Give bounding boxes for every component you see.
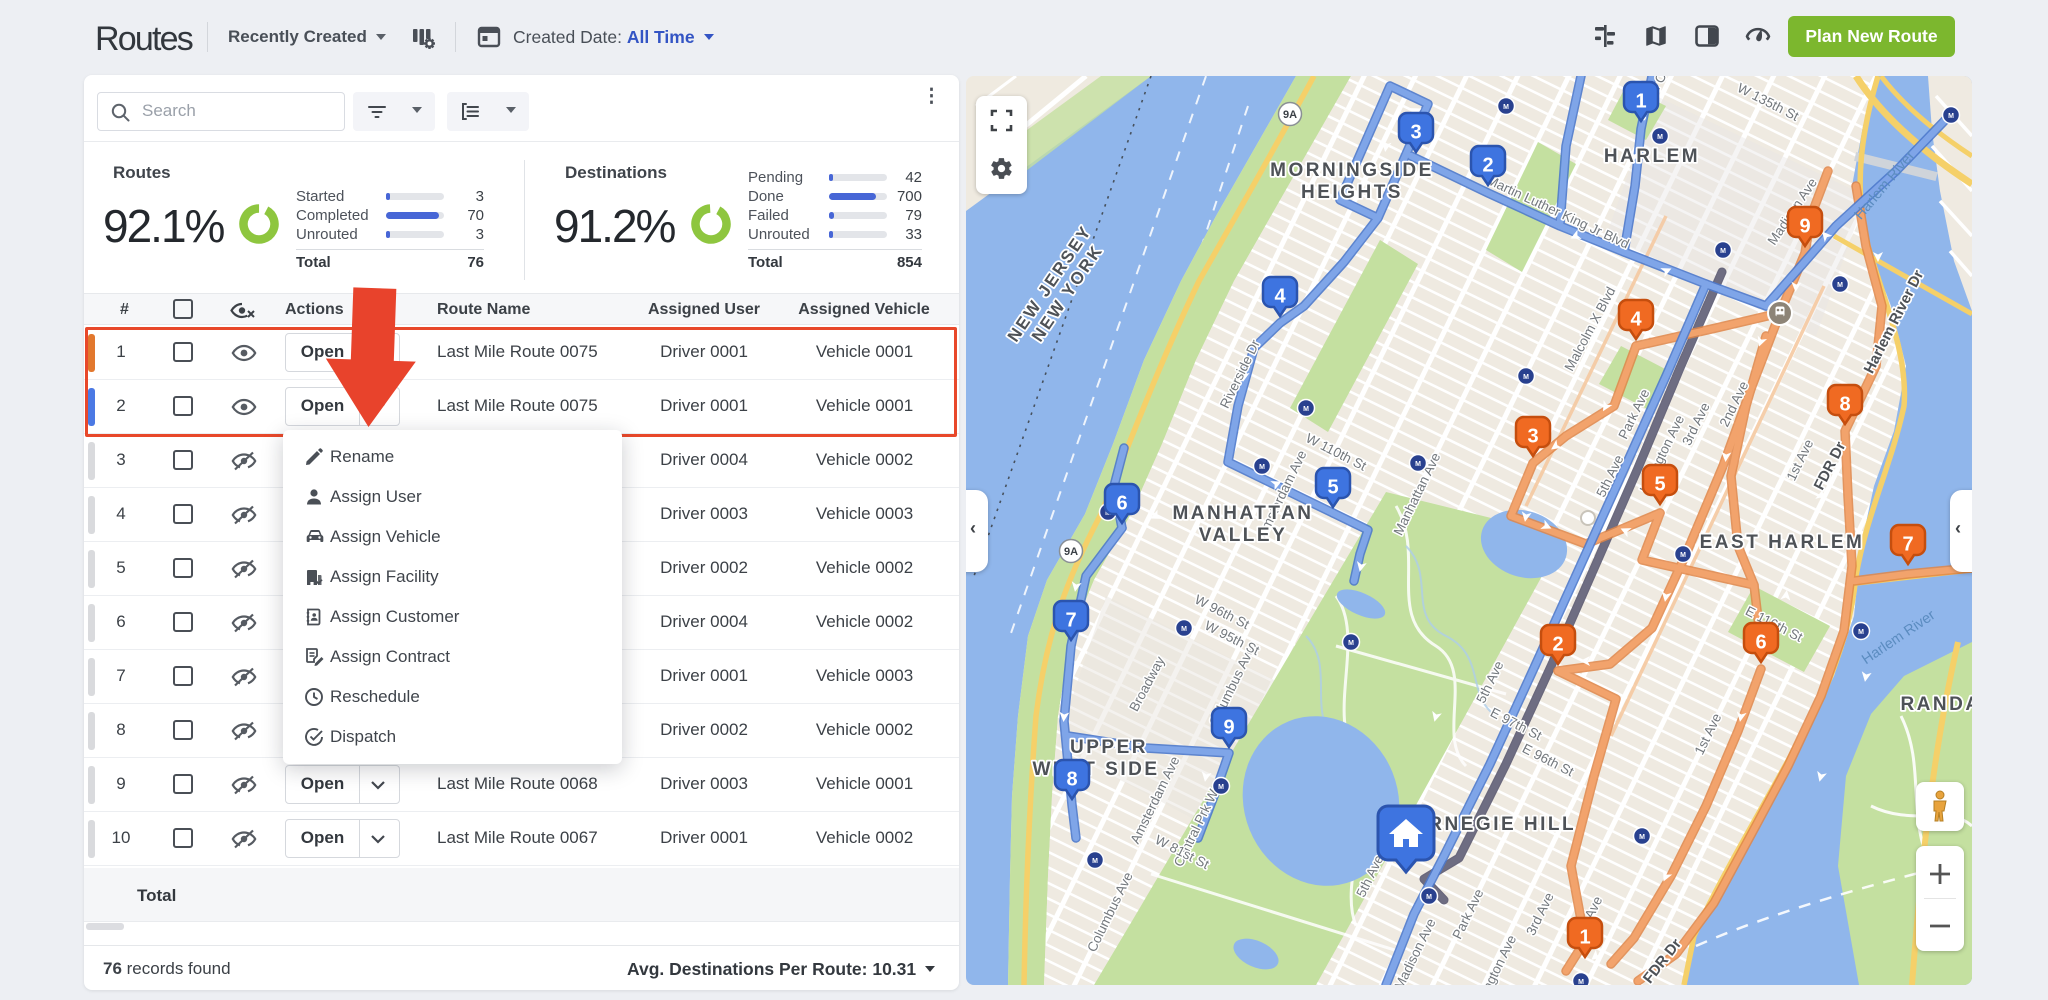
- svg-text:M: M: [1503, 104, 1509, 111]
- svg-text:M: M: [1415, 461, 1421, 468]
- svg-text:9: 9: [1799, 216, 1810, 238]
- svg-text:9A: 9A: [1064, 546, 1078, 558]
- svg-text:M: M: [1523, 374, 1529, 381]
- svg-text:WEST SIDE: WEST SIDE: [1032, 759, 1159, 780]
- svg-text:M: M: [1657, 134, 1663, 141]
- svg-text:M: M: [1259, 464, 1265, 471]
- svg-text:MORNINGSIDE: MORNINGSIDE: [1270, 160, 1434, 181]
- svg-text:M: M: [1181, 626, 1187, 633]
- svg-text:M: M: [1303, 406, 1309, 413]
- svg-text:3: 3: [1527, 426, 1538, 448]
- svg-text:M: M: [1218, 784, 1224, 791]
- svg-text:M: M: [1578, 979, 1584, 985]
- svg-text:M: M: [1092, 858, 1098, 865]
- svg-text:7: 7: [1902, 534, 1913, 556]
- svg-text:M: M: [1426, 894, 1432, 901]
- svg-text:M: M: [1837, 282, 1843, 289]
- svg-text:9A: 9A: [1283, 109, 1297, 121]
- svg-text:VALLEY: VALLEY: [1199, 525, 1288, 546]
- svg-text:6: 6: [1116, 493, 1127, 515]
- svg-text:2: 2: [1552, 634, 1563, 656]
- svg-text:RANDA: RANDA: [1900, 694, 1972, 715]
- svg-text:6: 6: [1755, 632, 1766, 654]
- svg-text:9: 9: [1223, 717, 1234, 739]
- svg-text:M: M: [1948, 113, 1954, 120]
- svg-text:8: 8: [1839, 394, 1850, 416]
- svg-text:7: 7: [1065, 610, 1076, 632]
- svg-text:1: 1: [1635, 91, 1646, 113]
- svg-text:M: M: [1720, 248, 1726, 255]
- svg-text:HARLEM: HARLEM: [1604, 146, 1700, 167]
- svg-text:UPPER: UPPER: [1070, 737, 1148, 758]
- svg-text:M: M: [1680, 552, 1686, 559]
- svg-text:8: 8: [1066, 769, 1077, 791]
- svg-text:4: 4: [1274, 286, 1286, 308]
- svg-text:HEIGHTS: HEIGHTS: [1301, 182, 1403, 203]
- svg-text:EAST HARLEM: EAST HARLEM: [1700, 532, 1865, 553]
- svg-text:5: 5: [1327, 477, 1338, 499]
- svg-text:MANHATTAN: MANHATTAN: [1172, 503, 1313, 524]
- svg-text:2: 2: [1482, 155, 1493, 177]
- svg-text:5: 5: [1654, 474, 1665, 496]
- svg-text:3: 3: [1410, 122, 1421, 144]
- svg-text:M: M: [1858, 629, 1864, 636]
- svg-text:4: 4: [1630, 309, 1642, 331]
- svg-text:M: M: [1348, 640, 1354, 647]
- svg-text:1: 1: [1579, 927, 1590, 949]
- svg-text:M: M: [1639, 834, 1645, 841]
